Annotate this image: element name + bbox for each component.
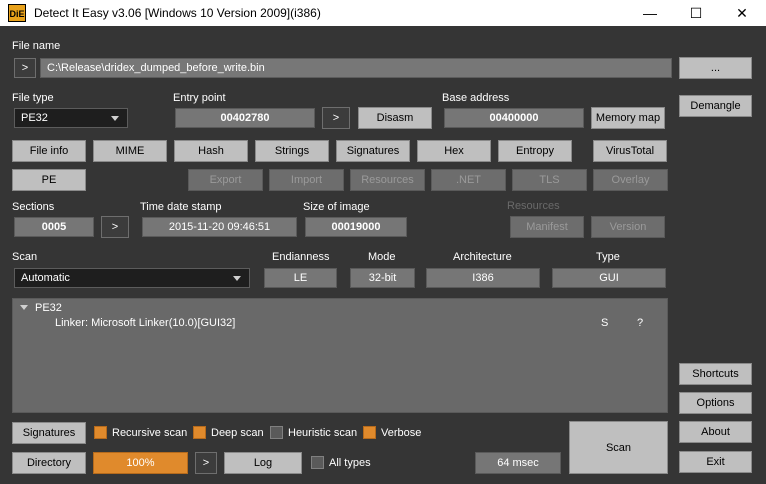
- scan-time-value: 64 msec: [475, 452, 561, 474]
- about-button[interactable]: About: [679, 421, 752, 443]
- memory-map-button[interactable]: Memory map: [591, 107, 665, 129]
- heuristic-scan-checkbox[interactable]: [270, 426, 283, 439]
- deep-scan-label: Deep scan: [211, 427, 264, 439]
- sections-value: 0005: [14, 217, 94, 237]
- all-types-label: All types: [329, 457, 371, 469]
- tls-button[interactable]: TLS: [512, 169, 587, 191]
- demangle-button[interactable]: Demangle: [679, 95, 752, 117]
- manifest-button[interactable]: Manifest: [510, 216, 584, 238]
- endianness-value: LE: [264, 268, 337, 288]
- file-type-select[interactable]: PE32: [14, 108, 128, 128]
- hash-button[interactable]: Hash: [174, 140, 248, 162]
- app-logo-icon: DiE: [8, 4, 26, 22]
- result-item-flag[interactable]: S: [601, 317, 608, 329]
- disasm-button[interactable]: Disasm: [358, 107, 432, 129]
- entry-point-label: Entry point: [173, 92, 226, 104]
- minimize-button[interactable]: —: [627, 0, 673, 26]
- import-button[interactable]: Import: [269, 169, 344, 191]
- strings-button[interactable]: Strings: [255, 140, 329, 162]
- mime-button[interactable]: MIME: [93, 140, 167, 162]
- virustotal-button[interactable]: VirusTotal: [593, 140, 667, 162]
- expand-arrow-icon[interactable]: [20, 305, 28, 310]
- dotnet-button[interactable]: .NET: [431, 169, 506, 191]
- shortcuts-button[interactable]: Shortcuts: [679, 363, 752, 385]
- architecture-value: I386: [426, 268, 540, 288]
- maximize-button[interactable]: ☐: [673, 0, 719, 26]
- deep-scan-checkbox[interactable]: [193, 426, 206, 439]
- all-types-checkbox[interactable]: [311, 456, 324, 469]
- file-nav-button[interactable]: >: [14, 58, 36, 78]
- pe-button[interactable]: PE: [12, 169, 86, 191]
- base-address-value: 00400000: [444, 108, 584, 128]
- signatures-button[interactable]: Signatures: [12, 422, 86, 444]
- result-root[interactable]: PE32: [35, 302, 62, 314]
- recursive-scan-checkbox[interactable]: [94, 426, 107, 439]
- verbose-checkbox[interactable]: [363, 426, 376, 439]
- progress-nav-button[interactable]: >: [195, 452, 217, 474]
- scan-results-tree[interactable]: PE32 Linker: Microsoft Linker(10.0)[GUI3…: [12, 298, 668, 413]
- time-date-stamp-label: Time date stamp: [140, 201, 222, 213]
- size-of-image-value: 00019000: [305, 217, 407, 237]
- result-item-info[interactable]: ?: [637, 317, 643, 329]
- entry-point-nav-button[interactable]: >: [322, 107, 350, 129]
- file-type-label: File type: [12, 92, 54, 104]
- scan-button[interactable]: Scan: [569, 421, 668, 474]
- title-bar: DiE Detect It Easy v3.06 [Windows 10 Ver…: [0, 0, 766, 26]
- sections-label: Sections: [12, 201, 55, 213]
- entropy-button[interactable]: Entropy: [498, 140, 572, 162]
- entry-point-value: 00402780: [175, 108, 315, 128]
- mode-value: 32-bit: [350, 268, 415, 288]
- exit-button[interactable]: Exit: [679, 451, 752, 473]
- file-path-input[interactable]: C:\Release\dridex_dumped_before_write.bi…: [40, 58, 672, 78]
- mode-label: Mode: [368, 251, 396, 263]
- time-date-stamp-value: 2015-11-20 09:46:51: [142, 217, 297, 237]
- type-value: GUI: [552, 268, 666, 288]
- recursive-scan-label: Recursive scan: [112, 427, 188, 439]
- browse-button[interactable]: ...: [679, 57, 752, 79]
- resources-button[interactable]: Resources: [350, 169, 425, 191]
- log-button[interactable]: Log: [224, 452, 302, 474]
- heuristic-scan-label: Heuristic scan: [288, 427, 358, 439]
- version-button[interactable]: Version: [591, 216, 665, 238]
- sections-nav-button[interactable]: >: [101, 216, 129, 238]
- scan-mode-value: Automatic: [21, 272, 70, 284]
- export-button[interactable]: Export: [188, 169, 263, 191]
- chevron-down-icon: [233, 276, 241, 281]
- window-title: Detect It Easy v3.06 [Windows 10 Version…: [34, 6, 321, 20]
- file-name-label: File name: [12, 40, 61, 52]
- options-button[interactable]: Options: [679, 392, 752, 414]
- architecture-label: Architecture: [453, 251, 512, 263]
- directory-button[interactable]: Directory: [12, 452, 86, 474]
- base-address-label: Base address: [442, 92, 510, 104]
- type-label: Type: [596, 251, 620, 263]
- size-of-image-label: Size of image: [303, 201, 370, 213]
- scan-label: Scan: [12, 251, 38, 263]
- hex-button[interactable]: Hex: [417, 140, 491, 162]
- verbose-label: Verbose: [381, 427, 422, 439]
- resources-label: Resources: [507, 200, 560, 212]
- signatures-tool-button[interactable]: Signatures: [336, 140, 410, 162]
- close-button[interactable]: ✕: [719, 0, 765, 26]
- file-info-button[interactable]: File info: [12, 140, 86, 162]
- chevron-down-icon: [111, 116, 119, 121]
- scan-progress-bar: 100%: [93, 452, 188, 474]
- file-type-value: PE32: [21, 112, 48, 124]
- overlay-button[interactable]: Overlay: [593, 169, 668, 191]
- result-item-text[interactable]: Linker: Microsoft Linker(10.0)[GUI32]: [55, 317, 235, 329]
- scan-mode-select[interactable]: Automatic: [14, 268, 250, 288]
- endianness-label: Endianness: [272, 251, 330, 263]
